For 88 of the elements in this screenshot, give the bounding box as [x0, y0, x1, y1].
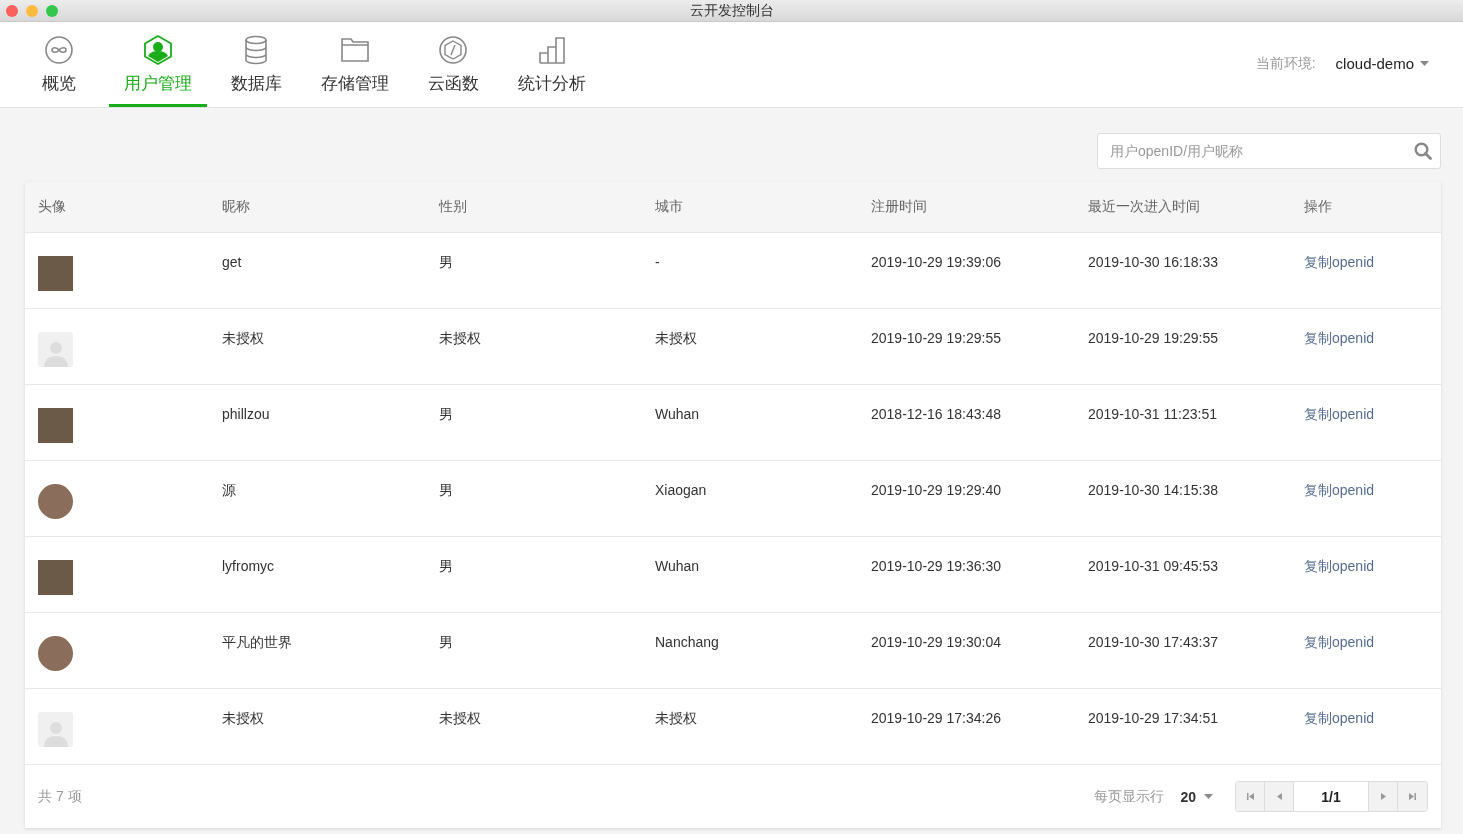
avatar-photo-placeholder	[38, 560, 73, 595]
table-cell-text: Nanchang	[655, 634, 720, 650]
zoom-button[interactable]	[46, 4, 58, 17]
table-cell-text: 未授权	[439, 330, 482, 348]
close-button[interactable]	[6, 4, 18, 17]
search-icon[interactable]	[1414, 142, 1432, 160]
nav-tab[interactable]: 概览	[10, 22, 109, 107]
table-cell-text: 男	[439, 482, 454, 500]
caret-icon	[1204, 794, 1213, 799]
table-cell-text: 2019-10-29 19:29:55	[1088, 330, 1219, 346]
table-cell-text: 2019-10-29 19:29:40	[871, 482, 1002, 498]
table-cell-text: 男	[439, 558, 454, 576]
avatar-photo-placeholder	[38, 484, 73, 519]
table-cell-text: 男	[439, 406, 454, 424]
search-field[interactable]: 用户openID/用户昵称	[1097, 133, 1441, 169]
page-size-dropdown[interactable]: 20	[1180, 788, 1213, 805]
table-cell-text: get	[222, 254, 243, 270]
environment-label: 当前环境:	[1255, 54, 1316, 73]
table-cell-text: phillzou	[222, 406, 271, 422]
first-page-icon	[1245, 792, 1255, 801]
minimize-button[interactable]	[26, 4, 38, 17]
column-header: 性别	[439, 198, 468, 216]
table-cell-text: 平凡的世界	[222, 634, 293, 652]
total-count: 共 7 项	[38, 787, 82, 806]
copy-openid-link[interactable]: 复制openid	[1304, 558, 1375, 574]
table-cell-text: -	[655, 254, 661, 270]
copy-openid-link[interactable]: 复制openid	[1304, 710, 1375, 726]
nav-tab[interactable]: 云函数	[404, 22, 503, 107]
copy-openid-link[interactable]: 复制openid	[1304, 406, 1375, 422]
column-header: 昵称	[222, 198, 251, 216]
infinity-icon	[44, 35, 75, 65]
next-page-button[interactable]	[1369, 782, 1398, 811]
column-header: 注册时间	[871, 198, 928, 216]
folder-icon	[339, 35, 370, 65]
table-cell-text: 2019-10-29 19:29:55	[871, 330, 1002, 346]
window-title: 云开发控制台	[689, 1, 774, 20]
column-header: 最近一次进入时间	[1088, 198, 1201, 216]
default-avatar-icon	[38, 332, 73, 367]
previous-page-icon	[1274, 792, 1284, 801]
table-cell-text: 未授权	[655, 330, 698, 348]
last-page-icon	[1408, 792, 1417, 801]
table-cell-text: 男	[439, 254, 454, 272]
last-page-button[interactable]	[1398, 782, 1427, 811]
code-icon	[438, 35, 469, 65]
table-cell-text: 2019-10-31 09:45:53	[1088, 558, 1219, 574]
avatar-photo-placeholder	[38, 408, 73, 443]
table-cell-text: Wuhan	[655, 558, 701, 574]
nav-tab[interactable]: 用户管理	[108, 22, 207, 107]
next-page-icon	[1378, 792, 1388, 801]
nav-tab[interactable]: 统计分析	[502, 22, 601, 107]
table-cell-text: 未授权	[655, 710, 698, 728]
table-cell-text: 男	[439, 634, 454, 652]
page-size-label: 每页显示行	[1094, 787, 1165, 806]
copy-openid-link[interactable]: 复制openid	[1304, 482, 1375, 498]
table-cell-text: 2019-10-29 19:39:06	[871, 254, 1002, 270]
table-cell-text: lyfromyc	[222, 558, 276, 574]
table-cell-text: 2019-10-30 16:18:33	[1088, 254, 1219, 270]
nav-tab[interactable]: 数据库	[207, 22, 306, 107]
table-cell-text: Xiaogan	[655, 482, 708, 498]
caret-icon	[1420, 61, 1429, 66]
table-cell-text: 源	[222, 482, 237, 500]
copy-openid-link[interactable]: 复制openid	[1304, 634, 1375, 650]
table-cell-text: 2019-10-29 19:36:30	[871, 558, 1002, 574]
copy-openid-link[interactable]: 复制openid	[1304, 330, 1375, 346]
copy-openid-link[interactable]: 复制openid	[1304, 254, 1375, 270]
table-cell-text: 未授权	[222, 330, 265, 348]
avatar-photo-placeholder	[38, 256, 73, 291]
table-cell-text: 2019-10-29 17:34:26	[871, 710, 1002, 726]
column-header: 头像	[38, 198, 67, 216]
environment-dropdown[interactable]: cloud-demo	[1335, 55, 1429, 72]
column-header: 城市	[655, 198, 684, 216]
avatar-photo-placeholder	[38, 636, 73, 671]
first-page-button[interactable]	[1236, 782, 1265, 811]
bar-chart-icon	[536, 35, 567, 65]
table-cell-text: 未授权	[222, 710, 265, 728]
default-avatar-icon	[38, 712, 73, 747]
previous-page-button[interactable]	[1265, 782, 1294, 811]
column-header: 操作	[1304, 198, 1333, 216]
table-cell-text: Wuhan	[655, 406, 701, 422]
table-cell-text: 2019-10-30 17:43:37	[1088, 634, 1219, 650]
table-cell-text: 2018-12-16 18:43:48	[871, 406, 1002, 422]
table-cell-text: 2019-10-30 14:15:38	[1088, 482, 1219, 498]
table-cell-text: 2019-10-31 11:23:51	[1088, 406, 1218, 422]
user-icon	[142, 35, 173, 65]
nav-tab[interactable]: 存储管理	[305, 22, 404, 107]
table-cell-text: 2019-10-29 17:34:51	[1088, 710, 1219, 726]
table-cell-text: 未授权	[439, 710, 482, 728]
table-cell-text: 2019-10-29 19:30:04	[871, 634, 1002, 650]
